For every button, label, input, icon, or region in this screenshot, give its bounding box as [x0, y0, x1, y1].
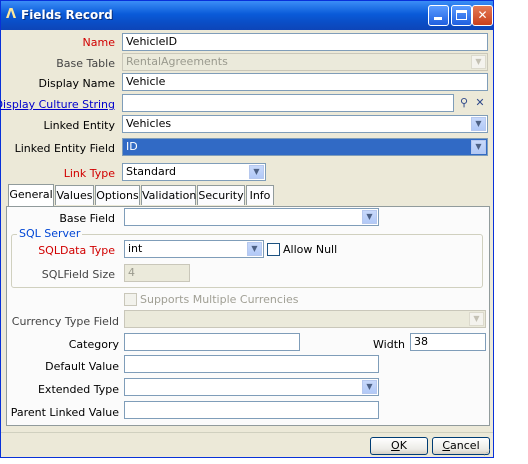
- maximize-icon: [456, 10, 467, 20]
- width-label: Width: [373, 338, 405, 351]
- display-culture-string-link[interactable]: Display Culture String: [0, 98, 115, 111]
- base-table-value: RentalAgreements: [126, 55, 228, 68]
- supports-multiple-currencies-label: Supports Multiple Currencies: [140, 293, 299, 306]
- base-table-label: Base Table: [56, 57, 115, 70]
- sql-data-type-value: int: [128, 242, 143, 255]
- category-input[interactable]: [124, 333, 300, 351]
- linked-entity-field-select[interactable]: ID ▼: [122, 138, 488, 156]
- cancel-label: ancel: [450, 439, 480, 452]
- cancel-mnemonic: C: [442, 439, 451, 452]
- title-bar[interactable]: Λ Fields Record ✕: [1, 1, 493, 30]
- supports-multiple-currencies-checkbox: [124, 293, 137, 306]
- allow-null-label: Allow Null: [283, 243, 338, 256]
- base-table-select: RentalAgreements ▼: [122, 53, 488, 71]
- tab-options[interactable]: Options: [95, 185, 140, 205]
- ok-mnemonic: O: [391, 439, 400, 452]
- width-input[interactable]: 38: [410, 333, 486, 351]
- extended-type-select[interactable]: ▼: [124, 378, 379, 396]
- link-type-value: Standard: [126, 165, 177, 178]
- close-button[interactable]: ✕: [472, 5, 493, 26]
- chevron-down-icon: ▼: [471, 55, 486, 69]
- binoculars-icon[interactable]: ⚲: [457, 96, 471, 110]
- tab-general[interactable]: General: [8, 184, 54, 207]
- linked-entity-label: Linked Entity: [43, 119, 116, 132]
- linked-entity-field-value: ID: [126, 140, 138, 153]
- maximize-button[interactable]: [451, 5, 472, 26]
- linked-entity-value: Vehicles: [126, 117, 172, 130]
- parent-linked-value-label: Parent Linked Value: [10, 406, 119, 419]
- display-name-label: Display Name: [38, 77, 116, 90]
- tab-info[interactable]: Info: [246, 185, 274, 205]
- category-label: Category: [68, 338, 119, 351]
- name-label: Name: [82, 36, 115, 49]
- display-culture-string-input[interactable]: [122, 94, 454, 112]
- minimize-button[interactable]: [428, 5, 449, 26]
- extended-type-label: Extended Type: [37, 383, 119, 396]
- tab-security[interactable]: Security: [197, 185, 245, 205]
- clear-x-icon[interactable]: ✕: [473, 96, 487, 110]
- sql-data-type-select[interactable]: int ▼: [124, 240, 264, 258]
- minimize-icon: [434, 17, 442, 20]
- allow-null-checkbox[interactable]: [267, 243, 280, 256]
- base-field-select[interactable]: ▼: [124, 208, 379, 226]
- display-name-input[interactable]: Vehicle: [122, 73, 488, 91]
- tab-values[interactable]: Values: [55, 185, 94, 205]
- name-input[interactable]: VehicleID: [122, 33, 488, 51]
- cancel-button[interactable]: Cancel: [432, 437, 490, 455]
- default-value-input[interactable]: [124, 355, 379, 373]
- linked-entity-select[interactable]: Vehicles ▼: [122, 115, 488, 133]
- ok-label: K: [399, 439, 407, 452]
- chevron-down-icon: ▼: [469, 312, 484, 326]
- parent-linked-value-input[interactable]: [124, 401, 379, 419]
- chevron-down-icon[interactable]: ▼: [471, 117, 486, 131]
- chevron-down-icon[interactable]: ▼: [471, 140, 486, 154]
- sql-data-type-label: SQLData Type: [38, 244, 115, 257]
- chevron-down-icon[interactable]: ▼: [362, 380, 377, 394]
- tab-validation[interactable]: Validation: [141, 185, 196, 205]
- base-field-label: Base Field: [59, 212, 115, 225]
- footer-separator: [1, 432, 493, 433]
- sql-server-group-title: SQL Server: [17, 227, 83, 240]
- close-icon: ✕: [477, 8, 488, 22]
- resize-grip-icon[interactable]: ⋰: [483, 448, 493, 458]
- link-type-label: Link Type: [63, 167, 115, 180]
- chevron-down-icon[interactable]: ▼: [247, 242, 262, 256]
- currency-type-field-select: ▼: [124, 310, 486, 328]
- link-type-select[interactable]: Standard ▼: [122, 163, 266, 181]
- chevron-down-icon[interactable]: ▼: [249, 165, 264, 179]
- sql-field-size-label: SQLField Size: [41, 268, 115, 281]
- sql-field-size-input: 4: [124, 264, 190, 282]
- app-icon: Λ: [6, 7, 17, 22]
- default-value-label: Default Value: [45, 360, 119, 373]
- linked-entity-field-label: Linked Entity Field: [14, 142, 115, 155]
- ok-button[interactable]: OK: [370, 437, 428, 455]
- chevron-down-icon[interactable]: ▼: [362, 210, 377, 224]
- window-title: Fields Record: [21, 8, 113, 22]
- currency-type-field-label: Currency Type Field: [11, 315, 119, 328]
- fields-record-window: Λ Fields Record ✕ Name VehicleID Base Ta…: [0, 0, 494, 458]
